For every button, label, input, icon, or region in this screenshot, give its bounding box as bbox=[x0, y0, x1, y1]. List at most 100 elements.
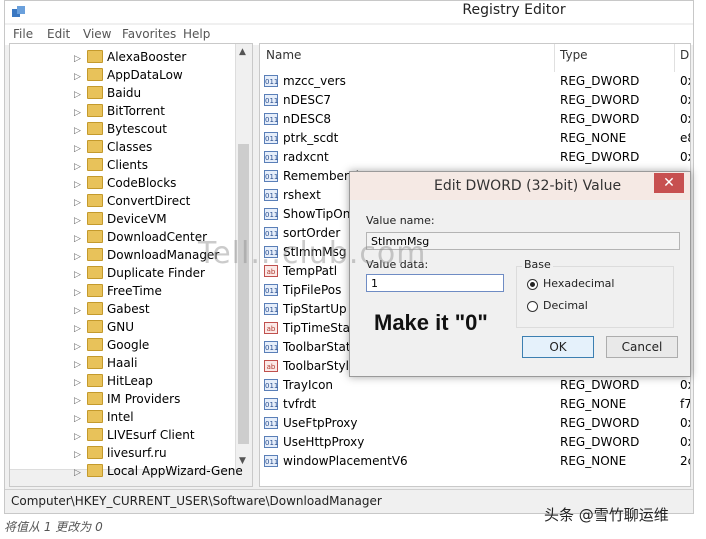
binary-value-icon: 011 bbox=[264, 303, 278, 315]
value-name: ToolbarState bbox=[283, 340, 358, 354]
tree-item[interactable]: ▷ DownloadCenter bbox=[74, 228, 207, 246]
value-data: 0x0 bbox=[680, 93, 690, 107]
tree-item[interactable]: ▷ AlexaBooster bbox=[74, 48, 186, 66]
list-row[interactable]: 011 UseHttpProxy REG_DWORD 0x0 bbox=[264, 433, 690, 452]
tree-item[interactable]: ▷ Haali bbox=[74, 354, 137, 372]
column-separator[interactable] bbox=[674, 44, 675, 72]
tree-item[interactable]: ▷ Bytescout bbox=[74, 120, 167, 138]
binary-value-icon: 011 bbox=[264, 341, 278, 353]
value-data-input[interactable]: 1 bbox=[366, 274, 504, 292]
scroll-up-icon[interactable]: ▲ bbox=[239, 47, 246, 57]
list-row[interactable]: 011 radxcnt REG_DWORD 0x0 bbox=[264, 148, 690, 167]
base-group: Hexadecimal Decimal bbox=[516, 266, 674, 328]
decimal-label[interactable]: Decimal bbox=[543, 299, 588, 312]
folder-icon bbox=[87, 140, 103, 153]
binary-value-icon: 011 bbox=[264, 189, 278, 201]
folder-icon bbox=[87, 374, 103, 387]
tree-item-label: LIVEsurf Client bbox=[107, 428, 195, 442]
column-separator[interactable] bbox=[554, 44, 555, 72]
hexadecimal-radio[interactable] bbox=[527, 279, 538, 290]
tree-item[interactable]: ▷ AppDataLow bbox=[74, 66, 183, 84]
column-type-header[interactable]: Type bbox=[560, 48, 588, 62]
tree-item[interactable]: ▷ livesurf.ru bbox=[74, 444, 167, 462]
tree-item-label: AlexaBooster bbox=[107, 50, 187, 64]
hexadecimal-label[interactable]: Hexadecimal bbox=[543, 277, 614, 290]
tree-item-label: DownloadCenter bbox=[107, 230, 208, 244]
value-name: TipStartUp bbox=[283, 302, 347, 316]
tree-item[interactable]: ▷ HitLeap bbox=[74, 372, 153, 390]
folder-icon bbox=[87, 410, 103, 423]
window-title: Registry Editor bbox=[462, 2, 566, 18]
tree-scroll-thumb[interactable] bbox=[238, 144, 249, 444]
tree-item[interactable]: ▷ Local AppWizard-Gene bbox=[74, 462, 243, 480]
folder-icon bbox=[87, 446, 103, 459]
close-icon[interactable]: ✕ bbox=[654, 173, 684, 193]
ok-button[interactable]: OK bbox=[522, 336, 594, 358]
folder-icon bbox=[87, 104, 103, 117]
menu-favorites[interactable]: Favorites bbox=[122, 27, 176, 41]
tree-item[interactable]: ▷ DeviceVM bbox=[74, 210, 167, 228]
tree-item[interactable]: ▷ Baidu bbox=[74, 84, 141, 102]
value-type: REG_DWORD bbox=[560, 112, 640, 126]
value-name: radxcnt bbox=[283, 150, 329, 164]
list-row[interactable]: 011 UseFtpProxy REG_DWORD 0x0 bbox=[264, 414, 690, 433]
list-row[interactable]: 011 TrayIcon REG_DWORD 0x0 bbox=[264, 376, 690, 395]
column-name-header[interactable]: Name bbox=[266, 48, 301, 62]
folder-icon bbox=[87, 428, 103, 441]
folder-icon bbox=[87, 248, 103, 261]
value-name: TrayIcon bbox=[283, 378, 334, 392]
menu-edit[interactable]: Edit bbox=[47, 27, 70, 41]
binary-value-icon: 011 bbox=[264, 151, 278, 163]
tree-item[interactable]: ▷ Intel bbox=[74, 408, 134, 426]
binary-value-icon: 011 bbox=[264, 398, 278, 410]
tree-item[interactable]: ▷ BitTorrent bbox=[74, 102, 165, 120]
list-row[interactable]: 011 ptrk_scdt REG_NONE e8 3 bbox=[264, 129, 690, 148]
expand-arrow-icon[interactable]: ▷ bbox=[74, 464, 84, 482]
value-name: TipFilePos bbox=[283, 283, 342, 297]
cancel-button[interactable]: Cancel bbox=[606, 336, 678, 358]
value-type: REG_DWORD bbox=[560, 93, 640, 107]
folder-icon bbox=[87, 464, 103, 477]
tree-item[interactable]: ▷ LIVEsurf Client bbox=[74, 426, 195, 444]
tree-item-label: Intel bbox=[107, 410, 134, 424]
menu-view[interactable]: View bbox=[83, 27, 111, 41]
tree-item-label: FreeTime bbox=[107, 284, 162, 298]
folder-icon bbox=[87, 302, 103, 315]
binary-value-icon: 011 bbox=[264, 436, 278, 448]
column-data-header[interactable]: Dat bbox=[680, 48, 690, 62]
tree-item[interactable]: ▷ IM Providers bbox=[74, 390, 180, 408]
menu-help[interactable]: Help bbox=[183, 27, 210, 41]
tree-item-label: livesurf.ru bbox=[107, 446, 167, 460]
binary-value-icon: 011 bbox=[264, 75, 278, 87]
binary-value-icon: 011 bbox=[264, 208, 278, 220]
value-name: TipTimeStan bbox=[283, 321, 358, 335]
value-data: 0x0 bbox=[680, 150, 690, 164]
list-row[interactable]: 011 windowPlacementV6 REG_NONE 2c 0 bbox=[264, 452, 690, 471]
value-name: RememberLi bbox=[283, 169, 359, 183]
tree-item[interactable]: ▷ CodeBlocks bbox=[74, 174, 176, 192]
tree-item-label: CodeBlocks bbox=[107, 176, 177, 190]
list-row[interactable]: 011 nDESC8 REG_DWORD 0x0 bbox=[264, 110, 690, 129]
tree-item[interactable]: ▷ FreeTime bbox=[74, 282, 162, 300]
tree-item-label: ConvertDirect bbox=[107, 194, 191, 208]
tree-item[interactable]: ▷ Classes bbox=[74, 138, 152, 156]
base-group-label: Base bbox=[522, 258, 553, 271]
tree-item[interactable]: ▷ GNU bbox=[74, 318, 134, 336]
decimal-radio[interactable] bbox=[527, 301, 538, 312]
menu-file[interactable]: File bbox=[13, 27, 33, 41]
value-name: nDESC7 bbox=[283, 93, 332, 107]
list-row[interactable]: 011 tvfrdt REG_NONE f7 b bbox=[264, 395, 690, 414]
list-row[interactable]: 011 mzcc_vers REG_DWORD 0x0 bbox=[264, 72, 690, 91]
value-name: ToolbarStyle bbox=[283, 359, 357, 373]
tree-item[interactable]: ▷ Clients bbox=[74, 156, 148, 174]
folder-icon bbox=[87, 212, 103, 225]
tree-item-label: Haali bbox=[107, 356, 138, 370]
tree-item-label: AppDataLow bbox=[107, 68, 183, 82]
tree-item[interactable]: ▷ ConvertDirect bbox=[74, 192, 190, 210]
tree-item[interactable]: ▷ Duplicate Finder bbox=[74, 264, 205, 282]
tree-item-label: GNU bbox=[107, 320, 135, 334]
tree-item[interactable]: ▷ Gabest bbox=[74, 300, 150, 318]
value-name: ShowTipOnF bbox=[283, 207, 358, 221]
tree-item[interactable]: ▷ Google bbox=[74, 336, 149, 354]
list-row[interactable]: 011 nDESC7 REG_DWORD 0x0 bbox=[264, 91, 690, 110]
